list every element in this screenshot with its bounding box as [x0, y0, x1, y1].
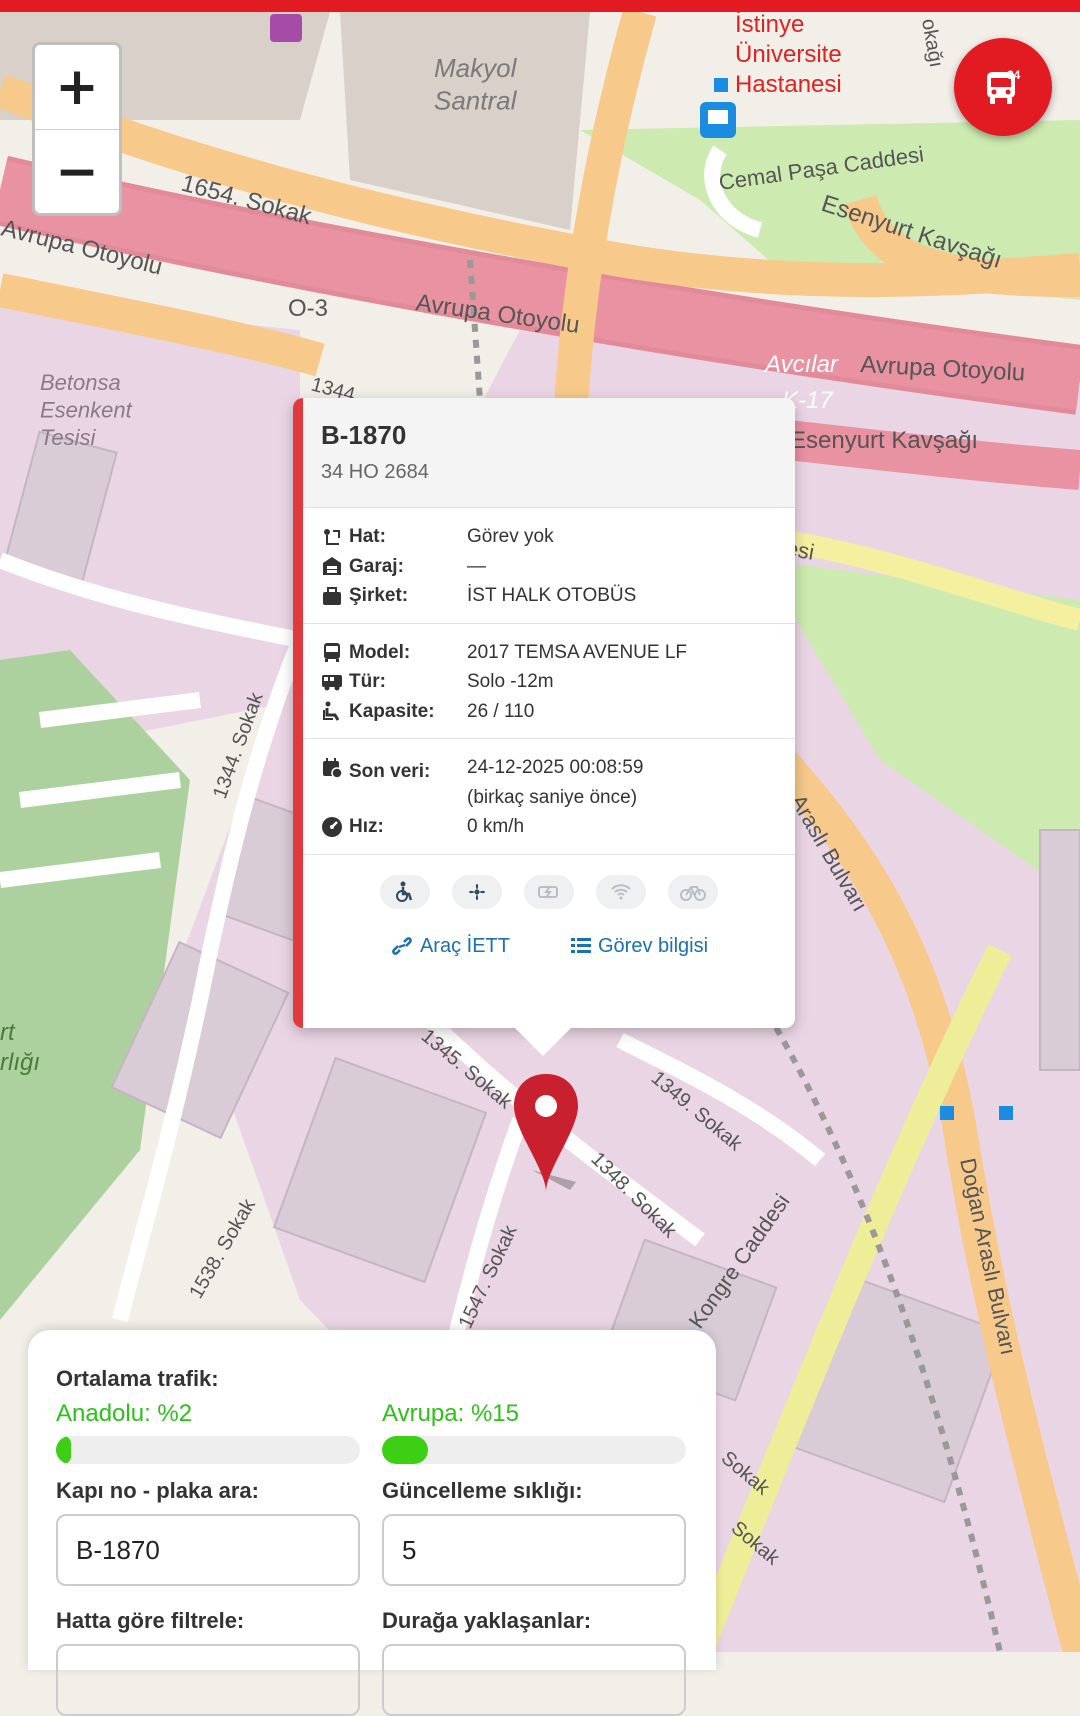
popup-header: B-1870 34 HO 2684: [303, 398, 795, 508]
row-son-veri: Son veri: 24-12-2025 00:08:59 (birkaç sa…: [321, 753, 777, 812]
avrupa-label: Avrupa: %15: [382, 1400, 519, 1427]
approaching-input[interactable]: [382, 1644, 686, 1716]
bicycle-icon: [668, 874, 718, 909]
avrupa-progress: [382, 1436, 686, 1464]
line-filter-group: Hatta göre filtrele:: [56, 1608, 360, 1716]
vehicle-iett-link[interactable]: Araç İETT: [390, 935, 510, 958]
popup-section-status: Son veri: 24-12-2025 00:08:59 (birkaç sa…: [303, 739, 795, 855]
shop-icon: [270, 14, 302, 42]
charging-icon: [524, 874, 574, 909]
popup-section-vehicle: Model: 2017 TEMSA AVENUE LF Tür: Solo -1…: [303, 624, 795, 739]
popup-section-assignment: Hat: Görev yok Garaj: — Şirket: İST HALK…: [303, 508, 795, 624]
bus-stop-icon[interactable]: [700, 102, 736, 138]
bus-front-icon: [324, 643, 340, 663]
son-veri-value: 24-12-2025 00:08:59: [467, 757, 644, 778]
popup-tail: [513, 1026, 573, 1056]
anadolu-traffic: Anadolu: %2: [56, 1400, 360, 1464]
vehicle-iett-link-label[interactable]: Araç İETT: [420, 935, 510, 958]
zoom-out-button[interactable]: −: [35, 130, 119, 213]
hiz-label: Hız:: [349, 816, 384, 837]
frequency-input[interactable]: 5: [382, 1514, 686, 1586]
row-hat: Hat: Görev yok: [321, 522, 777, 552]
row-sirket: Şirket: İST HALK OTOBÜS: [321, 581, 777, 611]
wheelchair-icon: [380, 874, 430, 909]
sirket-label: Şirket:: [349, 585, 409, 606]
task-info-link-label[interactable]: Görev bilgisi: [598, 935, 708, 958]
frequency-group: Güncelleme sıklığı: 5: [382, 1478, 686, 1586]
map-label-esenyurt2: Esenyurt Kavşağı: [790, 427, 978, 454]
transit-marker-icon: [714, 78, 728, 92]
row-model: Model: 2017 TEMSA AVENUE LF: [321, 638, 777, 668]
hat-value: Görev yok: [467, 526, 554, 547]
approaching-group: Durağa yaklaşanlar:: [382, 1608, 686, 1716]
line-filter-label: Hatta göre filtrele:: [56, 1608, 245, 1633]
kapasite-value: 26 / 110: [467, 700, 535, 722]
search-input[interactable]: B-1870: [56, 1514, 360, 1586]
bus-count-badge: 34: [1007, 68, 1021, 82]
model-label: Model:: [349, 641, 411, 663]
calendar-clock-icon: [323, 758, 343, 779]
garaj-label: Garaj:: [349, 555, 404, 577]
traffic-label: Ortalama trafik:: [56, 1366, 219, 1391]
son-veri-label: Son veri:: [349, 761, 431, 782]
bus-side-icon: [322, 674, 342, 691]
tur-value: Solo -12m: [467, 671, 554, 692]
search-label: Kapı no - plaka ara:: [56, 1478, 259, 1503]
popup-links: Araç İETT Görev bilgisi: [303, 915, 795, 978]
map-label-o3: O-3: [288, 295, 328, 322]
zoom-control: + −: [32, 42, 122, 216]
search-group: Kapı no - plaka ara: B-1870: [56, 1478, 360, 1586]
bus-list-button[interactable]: 34: [954, 38, 1052, 136]
frequency-label: Güncelleme sıklığı:: [382, 1478, 583, 1503]
zoom-in-button[interactable]: +: [35, 45, 119, 130]
tur-label: Tür:: [349, 671, 386, 692]
control-panel: Ortalama trafik: Anadolu: %2 Avrupa: %15…: [28, 1330, 716, 1716]
task-info-link[interactable]: Görev bilgisi: [570, 935, 708, 958]
row-kapasite: Kapasite: 26 / 110: [321, 697, 777, 727]
top-brand-bar: [0, 0, 1080, 12]
briefcase-icon: [323, 586, 341, 605]
row-hiz: Hız: 0 km/h: [321, 812, 777, 842]
garaj-value: —: [467, 555, 486, 577]
speedometer-icon: [322, 816, 342, 837]
link-icon: [392, 937, 412, 955]
wifi-icon: [596, 874, 646, 909]
avrupa-progress-fill: [382, 1436, 428, 1464]
air-conditioning-icon: [452, 874, 502, 909]
garage-icon: [323, 557, 341, 576]
seat-icon: [323, 701, 340, 722]
map-label-avcilar: Avcılar: [763, 351, 839, 378]
hat-label: Hat:: [349, 526, 386, 547]
vehicle-popup: B-1870 34 HO 2684 Hat: Görev yok Garaj: …: [293, 398, 795, 1028]
stop-marker-icon-2: [999, 1106, 1013, 1120]
approaching-label: Durağa yaklaşanlar:: [382, 1608, 592, 1633]
line-filter-input[interactable]: [56, 1644, 360, 1716]
avrupa-traffic: Avrupa: %15: [382, 1400, 686, 1464]
route-icon: [324, 528, 340, 545]
sirket-value: İST HALK OTOBÜS: [467, 585, 637, 606]
list-icon: [570, 938, 591, 953]
son-veri-relative: (birkaç saniye önce): [467, 786, 638, 808]
feature-icons: [303, 855, 795, 915]
vehicle-marker-icon[interactable]: [510, 1070, 582, 1196]
stop-marker-icon: [940, 1106, 954, 1120]
anadolu-progress-fill: [56, 1436, 72, 1464]
row-garaj: Garaj: —: [321, 552, 777, 582]
kapasite-label: Kapasite:: [349, 700, 435, 722]
row-tur: Tür: Solo -12m: [321, 667, 777, 697]
anadolu-progress: [56, 1436, 360, 1464]
vehicle-title: B-1870: [321, 420, 407, 450]
anadolu-label: Anadolu: %2: [56, 1400, 193, 1427]
model-value: 2017 TEMSA AVENUE LF: [467, 641, 688, 663]
hiz-value: 0 km/h: [467, 816, 525, 837]
vehicle-plate: 34 HO 2684: [321, 461, 429, 483]
